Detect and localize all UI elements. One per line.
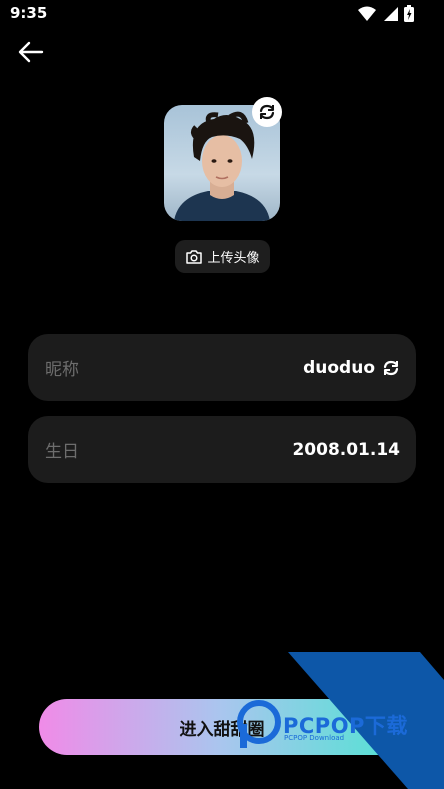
nickname-label: 昵称 (45, 360, 79, 380)
upload-avatar-button[interactable]: 上传头像 (175, 240, 270, 273)
nickname-field[interactable]: 昵称 duoduo (28, 334, 416, 401)
refresh-icon[interactable] (382, 359, 400, 377)
nickname-value: duoduo (303, 357, 375, 378)
avatar-refresh-button[interactable] (252, 97, 282, 127)
avatar-container (164, 97, 282, 221)
signal-icon (384, 6, 398, 21)
enter-button-label: 进入甜甜圈 (179, 719, 265, 740)
status-time: 9:35 (10, 4, 48, 22)
arrow-left-icon (18, 41, 44, 63)
nickname-value-group: duoduo (303, 358, 400, 378)
status-icons (358, 5, 414, 22)
birthday-field[interactable]: 生日 2008.01.14 (28, 416, 416, 483)
status-bar: 9:35 (0, 0, 444, 28)
enter-button[interactable]: 进入甜甜圈 (39, 699, 405, 755)
back-button[interactable] (16, 38, 48, 66)
birthday-value: 2008.01.14 (292, 439, 400, 460)
refresh-icon (259, 104, 275, 120)
battery-icon (404, 5, 414, 22)
camera-icon (186, 249, 203, 264)
upload-avatar-label: 上传头像 (207, 251, 260, 266)
wifi-icon (358, 6, 376, 21)
birthday-label: 生日 (45, 442, 79, 462)
